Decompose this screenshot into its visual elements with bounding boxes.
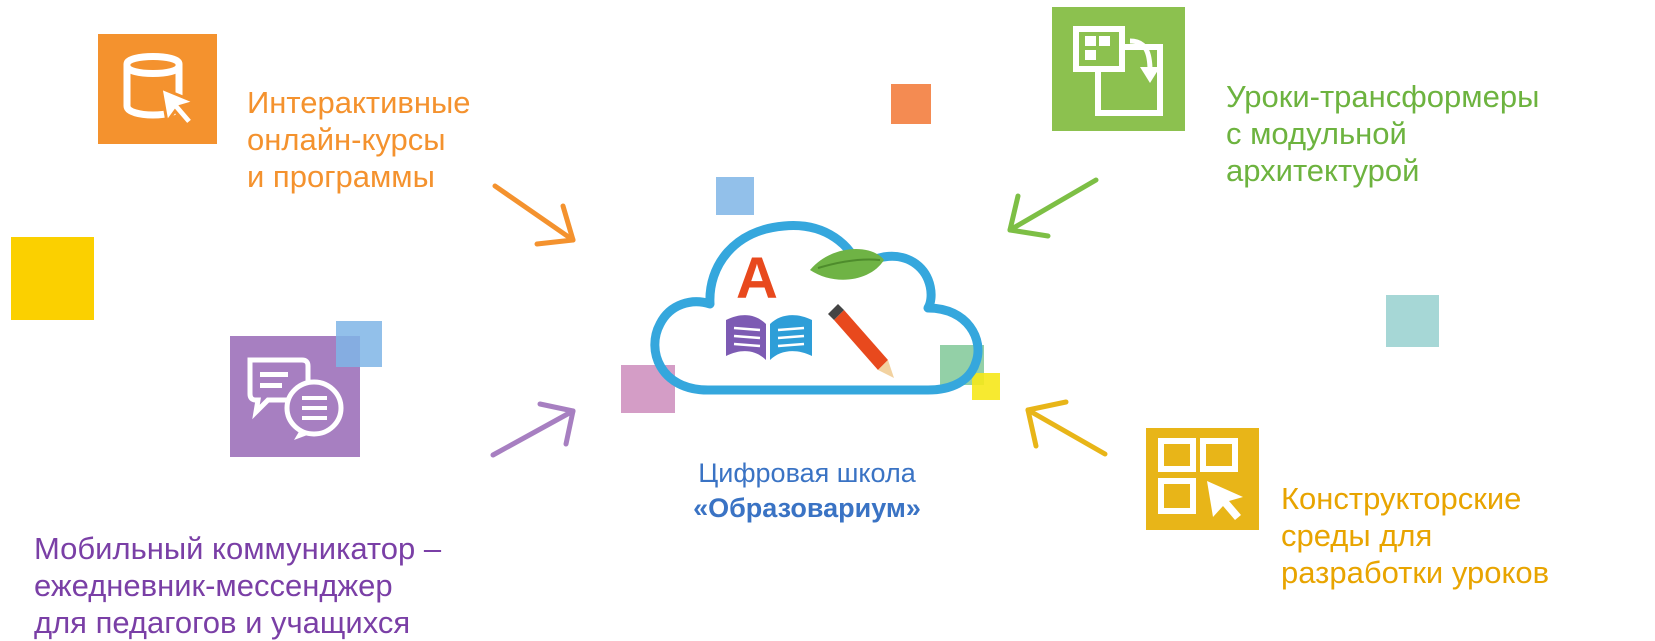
arrow-green-icon [1007,177,1099,239]
pencil-icon [828,304,894,378]
center-title-line1: Цифровая школа [698,458,916,488]
book-icon [726,315,812,360]
arrow-purple-icon [490,401,576,458]
center-title-line2: «Образовариум» [693,493,921,523]
cloud-letter: А [736,246,778,311]
leaf-icon [810,249,884,280]
center-title: Цифровая школа «Образовариум» [627,456,987,526]
arrow-yellow-icon [1025,399,1108,457]
arrow-orange-icon [492,183,576,247]
cloud-icon: А [650,221,983,395]
